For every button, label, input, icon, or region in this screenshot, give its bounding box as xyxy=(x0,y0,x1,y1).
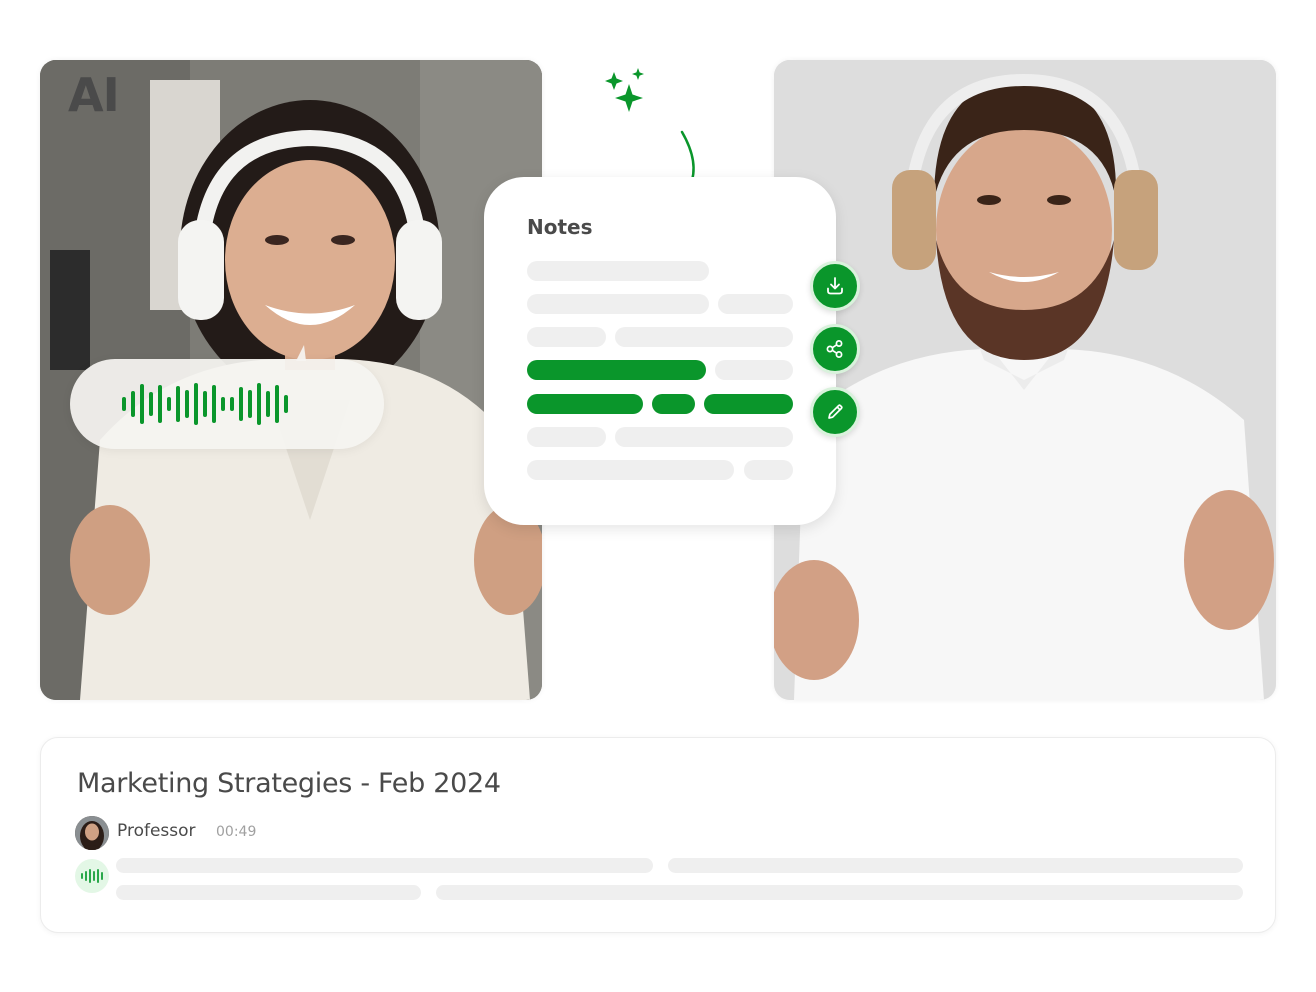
notes-line-placeholder xyxy=(527,427,606,447)
notes-line-placeholder xyxy=(715,360,793,380)
transcript-line-placeholder xyxy=(436,885,1243,900)
waveform-bar xyxy=(89,869,91,883)
notes-line-highlighted xyxy=(527,360,706,380)
waveform-bar xyxy=(149,392,153,416)
waveform-bar xyxy=(221,397,225,411)
waveform-bar xyxy=(266,391,270,417)
notes-line-highlighted xyxy=(704,394,793,414)
waveform-bar xyxy=(85,871,87,881)
transcript-line-placeholder xyxy=(668,858,1243,873)
notes-line-placeholder xyxy=(527,294,709,314)
notes-line-highlighted xyxy=(652,394,695,414)
notes-line-placeholder xyxy=(615,327,793,347)
waveform-bar xyxy=(140,384,144,424)
waveform-bar xyxy=(275,385,279,423)
pencil-icon xyxy=(828,404,843,419)
waveform-bar xyxy=(97,869,99,883)
waveform-bar xyxy=(122,397,126,411)
waveform-bar xyxy=(93,871,95,881)
participant-video-right xyxy=(774,60,1276,700)
notes-card: Notes xyxy=(484,177,836,525)
speaker-avatar-photo xyxy=(75,816,109,850)
edit-button[interactable] xyxy=(810,387,860,437)
meeting-title: Marketing Strategies - Feb 2024 xyxy=(77,768,501,799)
meeting-transcript-card[interactable]: Marketing Strategies - Feb 2024 Professo… xyxy=(40,737,1276,933)
waveform-bar xyxy=(212,385,216,423)
audio-waveform-icon xyxy=(122,359,288,449)
notes-title: Notes xyxy=(527,215,593,239)
bubble-tail xyxy=(296,345,306,361)
audio-waveform-icon xyxy=(75,859,109,893)
waveform-bar xyxy=(257,383,261,425)
download-button[interactable] xyxy=(810,261,860,311)
waveform-bar xyxy=(167,397,171,411)
notes-line-placeholder xyxy=(615,427,793,447)
participant-photo-man xyxy=(774,60,1276,700)
notes-line-placeholder xyxy=(744,460,793,480)
notes-line-highlighted xyxy=(527,394,643,414)
notes-line-placeholder xyxy=(527,327,606,347)
waveform-bar xyxy=(230,397,234,411)
ai-label: AI xyxy=(68,68,120,122)
notes-line-placeholder xyxy=(718,294,793,314)
waveform-bar xyxy=(239,387,243,421)
waveform-bar xyxy=(248,390,252,418)
waveform-bar xyxy=(203,391,207,417)
waveform-bar xyxy=(284,395,288,413)
avatar xyxy=(75,816,109,850)
timestamp: 00:49 xyxy=(216,824,257,840)
ai-badge xyxy=(600,64,730,134)
transcript-line-placeholder xyxy=(116,858,653,873)
waveform-bar xyxy=(176,386,180,422)
waveform-bar xyxy=(131,391,135,417)
waveform-bar xyxy=(194,383,198,425)
waveform-bar xyxy=(101,872,103,880)
voice-transcription-bubble xyxy=(70,345,384,449)
waveform-bar xyxy=(185,390,189,418)
download-icon xyxy=(827,277,843,295)
waveform-bar xyxy=(81,873,83,879)
notes-line-placeholder xyxy=(527,261,709,281)
transcript-line-placeholder xyxy=(116,885,421,900)
waveform-bar xyxy=(158,385,162,423)
notes-line-placeholder xyxy=(527,460,734,480)
speaker-name: Professor xyxy=(117,821,196,841)
share-button[interactable] xyxy=(810,324,860,374)
share-icon xyxy=(826,340,843,358)
sparkles-icon xyxy=(605,68,644,112)
